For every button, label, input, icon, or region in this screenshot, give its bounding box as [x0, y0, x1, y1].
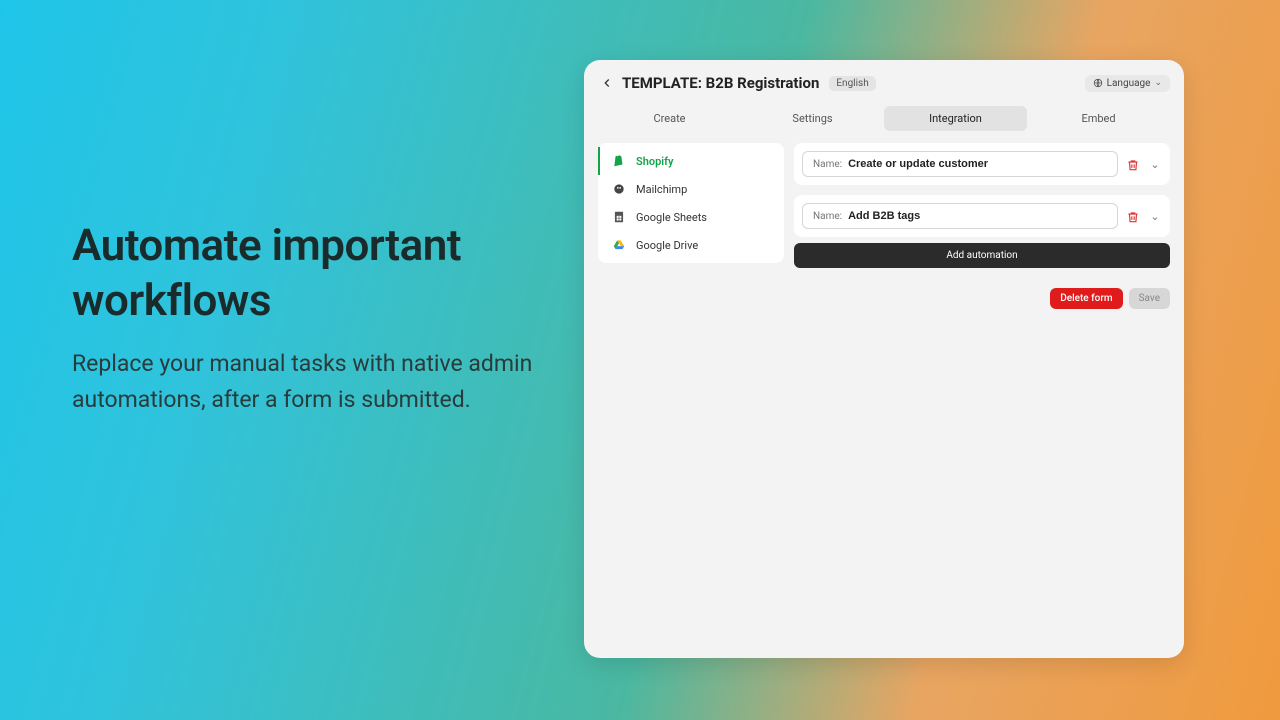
integration-sidebar: Shopify Mailchimp Google Sheets Google D…: [598, 143, 784, 263]
name-label: Name:: [813, 159, 842, 170]
sidebar-item-label: Google Drive: [636, 239, 698, 252]
page-header: TEMPLATE: B2B Registration English Langu…: [598, 74, 1170, 92]
sheets-icon: [612, 210, 626, 224]
mailchimp-icon: [612, 182, 626, 196]
automation-name-input[interactable]: [848, 210, 1107, 222]
language-button-label: Language: [1107, 78, 1151, 89]
automation-row: Name: ⌄: [794, 143, 1170, 185]
hero-text: Automate important workflows Replace you…: [72, 218, 542, 417]
sidebar-item-mailchimp[interactable]: Mailchimp: [598, 175, 784, 203]
sidebar-item-google-sheets[interactable]: Google Sheets: [598, 203, 784, 231]
name-label: Name:: [813, 211, 842, 222]
hero-title: Automate important workflows: [72, 218, 542, 328]
drive-icon: [612, 238, 626, 252]
page-title: TEMPLATE: B2B Registration: [622, 74, 819, 92]
save-button: Save: [1129, 288, 1170, 309]
language-badge: English: [829, 76, 875, 91]
automation-row: Name: ⌄: [794, 195, 1170, 237]
chevron-down-icon: ⌄: [1154, 78, 1162, 88]
add-automation-button[interactable]: Add automation: [794, 243, 1170, 268]
automation-name-field[interactable]: Name:: [802, 151, 1118, 177]
globe-icon: [1093, 78, 1103, 88]
chevron-down-icon[interactable]: ⌄: [1148, 210, 1162, 223]
automation-name-input[interactable]: [848, 158, 1107, 170]
trash-icon[interactable]: [1126, 157, 1140, 171]
shopify-icon: [612, 154, 626, 168]
chevron-down-icon[interactable]: ⌄: [1148, 158, 1162, 171]
sidebar-item-label: Google Sheets: [636, 211, 707, 224]
tab-embed[interactable]: Embed: [1027, 106, 1170, 131]
footer-actions: Delete form Save: [794, 288, 1170, 309]
tab-bar: Create Settings Integration Embed: [598, 106, 1170, 131]
hero-subtitle: Replace your manual tasks with native ad…: [72, 346, 542, 417]
back-arrow-icon[interactable]: [598, 74, 616, 92]
main-panel: Name: ⌄ Name: ⌄ Add automation: [794, 143, 1170, 309]
sidebar-item-google-drive[interactable]: Google Drive: [598, 231, 784, 259]
app-window: TEMPLATE: B2B Registration English Langu…: [584, 60, 1184, 658]
trash-icon[interactable]: [1126, 209, 1140, 223]
sidebar-item-label: Mailchimp: [636, 183, 687, 196]
language-button[interactable]: Language ⌄: [1085, 75, 1170, 92]
automation-name-field[interactable]: Name:: [802, 203, 1118, 229]
delete-form-button[interactable]: Delete form: [1050, 288, 1122, 309]
tab-settings[interactable]: Settings: [741, 106, 884, 131]
sidebar-item-label: Shopify: [636, 155, 674, 168]
tab-integration[interactable]: Integration: [884, 106, 1027, 131]
sidebar-item-shopify[interactable]: Shopify: [598, 147, 784, 175]
tab-create[interactable]: Create: [598, 106, 741, 131]
body-row: Shopify Mailchimp Google Sheets Google D…: [598, 143, 1170, 309]
